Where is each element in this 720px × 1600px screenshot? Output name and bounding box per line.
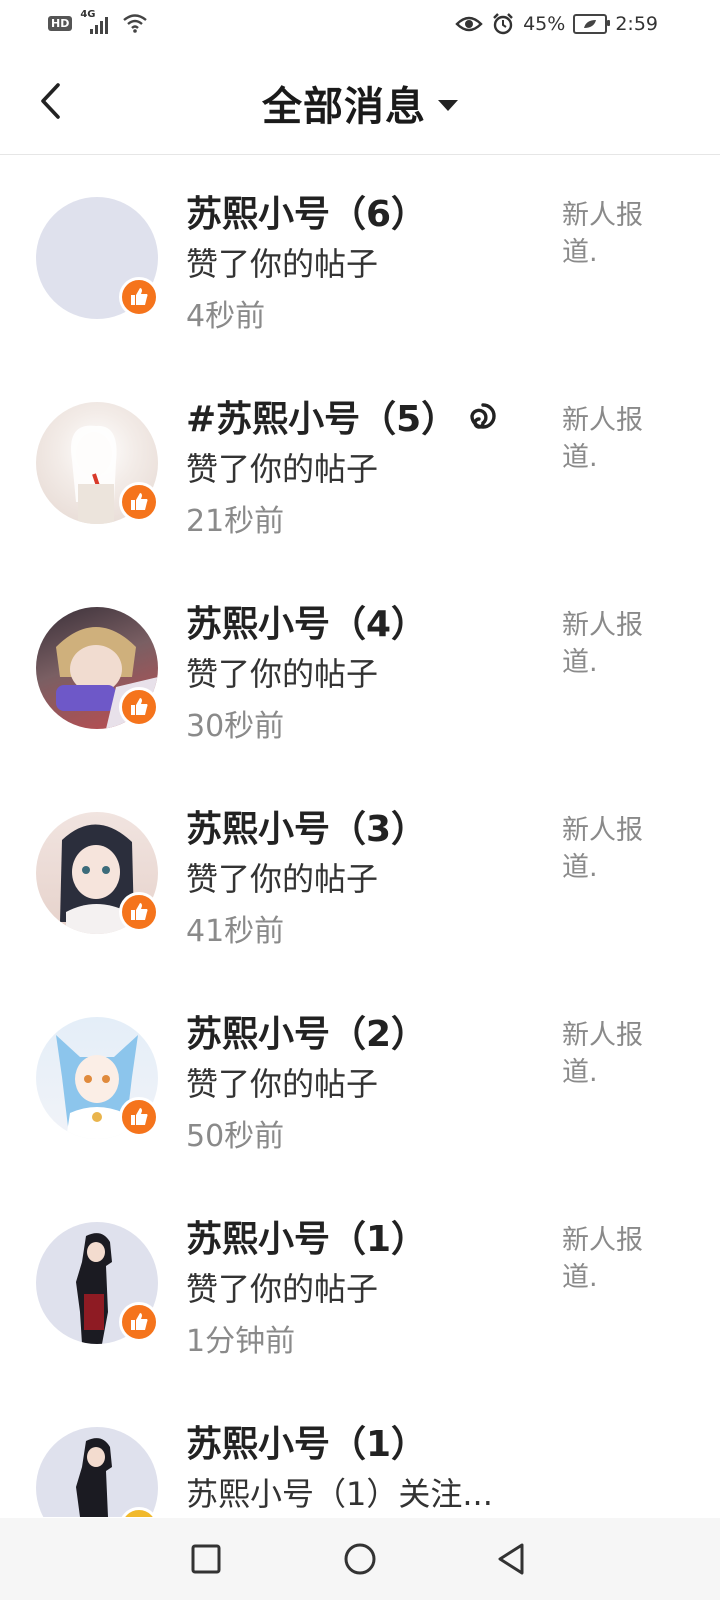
timestamp: 30秒前 bbox=[186, 709, 285, 744]
list-item[interactable]: 苏熙小号（1） 赞了你的帖子 1分钟前 新人报道. bbox=[0, 1180, 720, 1385]
post-snippet[interactable]: 新人报道. bbox=[562, 402, 662, 476]
status-time: 2:59 bbox=[615, 13, 658, 35]
thumbs-up-icon bbox=[119, 277, 159, 317]
list-item[interactable]: 苏熙小号（3） 赞了你的帖子 41秒前 新人报道. bbox=[0, 770, 720, 975]
action-text: 苏熙小号（1）关注... bbox=[186, 1475, 493, 1513]
sender-name-text: 苏熙小号（1） bbox=[186, 1424, 428, 1465]
status-right: 45% 2:59 bbox=[455, 12, 658, 36]
sender-name-text: 苏熙小号（6） bbox=[186, 194, 428, 235]
thumbs-up-icon bbox=[119, 687, 159, 727]
home-icon bbox=[344, 1543, 376, 1575]
sender-name[interactable]: 苏熙小号（3） bbox=[186, 800, 427, 852]
wifi-icon bbox=[123, 14, 148, 33]
list-item[interactable]: 苏熙小号（4） 赞了你的帖子 30秒前 新人报道. bbox=[0, 565, 720, 770]
header: 全部消息 bbox=[0, 50, 720, 155]
action-text: 赞了你的帖子 bbox=[186, 860, 379, 898]
sender-name[interactable]: 苏熙小号（4） bbox=[186, 595, 427, 647]
action-text: 赞了你的帖子 bbox=[186, 245, 379, 283]
post-snippet[interactable]: 新人报道. bbox=[562, 197, 662, 271]
caret-down-icon bbox=[438, 99, 458, 111]
action-text: 赞了你的帖子 bbox=[186, 1065, 379, 1103]
sender-name-text: 苏熙小号（1） bbox=[186, 1219, 428, 1260]
sender-name-text: 苏熙小号（3） bbox=[186, 809, 428, 850]
sender-name-text: 苏熙小号（2） bbox=[186, 1014, 428, 1055]
timestamp: 50秒前 bbox=[186, 1119, 285, 1154]
avatar[interactable] bbox=[36, 1427, 158, 1517]
action-text: 赞了你的帖子 bbox=[186, 655, 379, 693]
sender-name[interactable]: #苏熙小号（5） bbox=[186, 390, 497, 442]
sender-name[interactable]: 苏熙小号（2） bbox=[186, 1005, 427, 1057]
status-bar: HD 4G 45% 2:59 bbox=[0, 0, 720, 50]
timestamp: 1分钟前 bbox=[186, 1324, 296, 1359]
swirl-icon bbox=[470, 403, 496, 429]
page-title: 全部消息 bbox=[262, 84, 426, 130]
home-button[interactable] bbox=[339, 1538, 381, 1580]
post-snippet[interactable]: 新人报道. bbox=[562, 607, 662, 681]
sender-name-text: #苏熙小号（5） bbox=[186, 399, 458, 440]
thumbs-up-icon bbox=[119, 1302, 159, 1342]
hd-badge: HD bbox=[48, 15, 73, 31]
action-text: 赞了你的帖子 bbox=[186, 450, 379, 488]
list-item[interactable]: 苏熙小号（6） 赞了你的帖子 4秒前 新人报道. bbox=[0, 155, 720, 360]
recent-apps-button[interactable] bbox=[185, 1538, 227, 1580]
timestamp: 41秒前 bbox=[186, 914, 285, 949]
timestamp: 21秒前 bbox=[186, 504, 285, 539]
timestamp: 4秒前 bbox=[186, 299, 266, 334]
battery-icon bbox=[573, 14, 611, 34]
signal-icon: 4G bbox=[80, 9, 114, 34]
thumbs-up-icon bbox=[119, 892, 159, 932]
list-item[interactable]: 苏熙小号（2） 赞了你的帖子 50秒前 新人报道. bbox=[0, 975, 720, 1180]
post-snippet[interactable]: 新人报道. bbox=[562, 1017, 662, 1091]
sender-name[interactable]: 苏熙小号（6） bbox=[186, 185, 427, 237]
sender-name-text: 苏熙小号（4） bbox=[186, 604, 428, 645]
list-item[interactable]: 苏熙小号（1） 苏熙小号（1）关注... bbox=[0, 1385, 720, 1517]
thumbs-up-icon bbox=[119, 482, 159, 522]
message-list[interactable]: 苏熙小号（6） 赞了你的帖子 4秒前 新人报道. #苏熙小号（5） 赞了你的帖子… bbox=[0, 155, 720, 1517]
battery-percent: 45% bbox=[523, 13, 566, 35]
back-nav-button[interactable] bbox=[490, 1538, 532, 1580]
thumbs-up-icon bbox=[119, 1097, 159, 1137]
list-item[interactable]: #苏熙小号（5） 赞了你的帖子 21秒前 新人报道. bbox=[0, 360, 720, 565]
action-text: 赞了你的帖子 bbox=[186, 1270, 379, 1308]
status-left: HD 4G bbox=[48, 9, 148, 34]
sender-name[interactable]: 苏熙小号（1） bbox=[186, 1210, 427, 1262]
eye-icon bbox=[455, 16, 483, 32]
alarm-icon bbox=[493, 13, 513, 35]
post-snippet[interactable]: 新人报道. bbox=[562, 812, 662, 886]
recent-apps-icon bbox=[191, 1544, 221, 1574]
message-filter-dropdown[interactable]: 全部消息 bbox=[0, 74, 720, 132]
post-snippet[interactable]: 新人报道. bbox=[562, 1222, 662, 1296]
sender-name[interactable]: 苏熙小号（1） bbox=[186, 1415, 427, 1467]
back-icon bbox=[498, 1543, 524, 1575]
navigation-bar bbox=[0, 1518, 720, 1600]
